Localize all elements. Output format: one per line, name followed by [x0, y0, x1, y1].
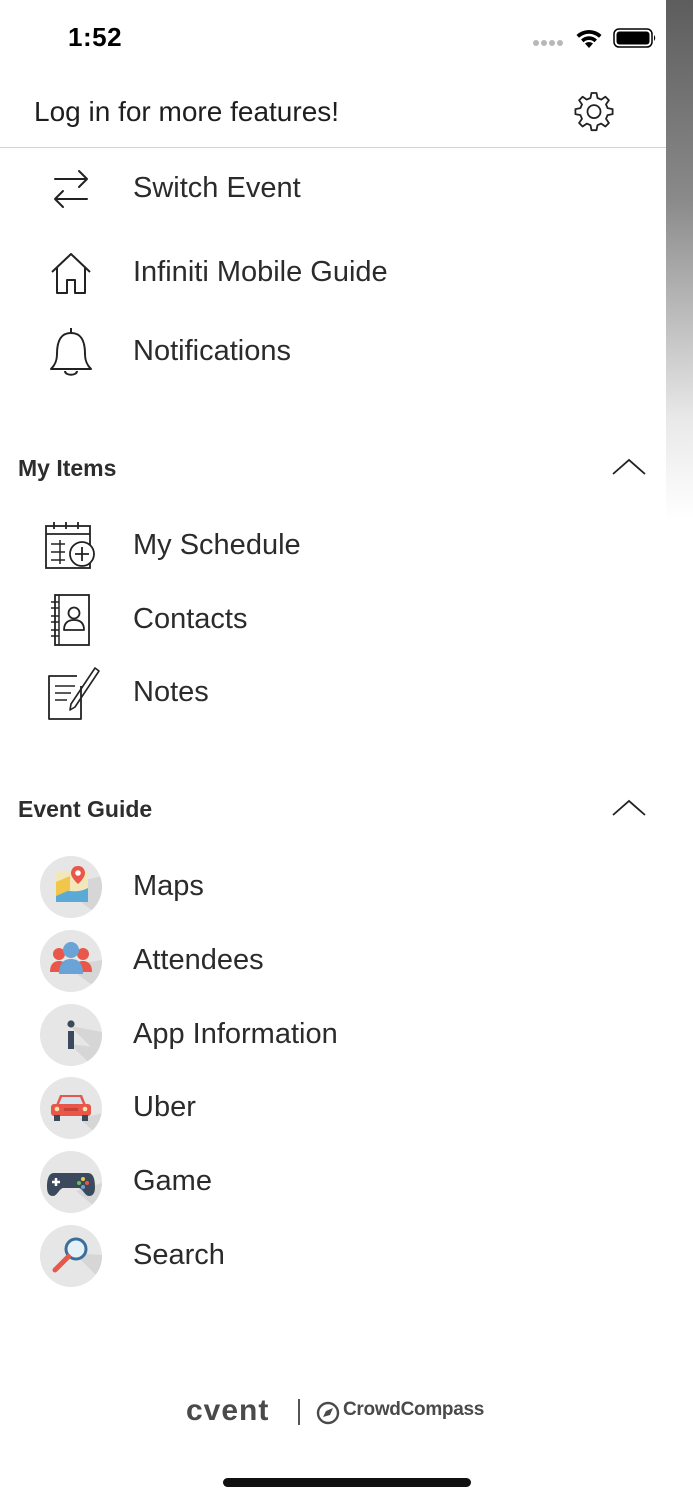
menu-item-label: Attendees [133, 944, 264, 976]
menu-item-switch-event[interactable]: Switch Event [0, 152, 666, 226]
map-pin-icon [40, 856, 102, 918]
section-title: Event Guide [18, 796, 153, 822]
menu-item-my-schedule[interactable]: My Schedule [0, 509, 666, 583]
side-menu-drawer: 1:52 Log in for more features! Switch Ev… [0, 0, 666, 1500]
menu-item-label: Search [133, 1239, 225, 1271]
cvent-logo: cvent [186, 1394, 270, 1427]
menu-item-label: Notes [133, 676, 209, 708]
menu-item-attendees[interactable]: Attendees [0, 924, 666, 998]
wifi-icon [576, 29, 602, 48]
info-icon [40, 1004, 102, 1066]
address-book-icon [51, 594, 90, 646]
bell-icon [50, 328, 92, 376]
section-header-event-guide[interactable]: Event Guide [0, 784, 666, 834]
menu-item-label: Switch Event [133, 172, 301, 204]
cellular-signal-icon [533, 40, 567, 46]
chevron-up-icon[interactable] [611, 457, 647, 477]
menu-item-label: Game [133, 1165, 212, 1197]
status-bar: 1:52 [0, 0, 666, 76]
menu-item-label: Maps [133, 870, 204, 902]
home-icon [51, 253, 91, 294]
section-title: My Items [18, 455, 117, 481]
gear-icon[interactable] [572, 89, 616, 133]
crowdcompass-logo-icon [316, 1401, 340, 1425]
menu-item-label: Contacts [133, 603, 248, 635]
note-pencil-icon [48, 667, 100, 720]
menu-item-app-information[interactable]: App Information [0, 998, 666, 1072]
menu-item-label: Notifications [133, 335, 291, 367]
magnifier-icon [40, 1225, 102, 1287]
menu-item-uber[interactable]: Uber [0, 1071, 666, 1145]
calendar-add-icon [45, 522, 95, 569]
home-indicator[interactable] [223, 1478, 471, 1487]
battery-icon [613, 28, 656, 48]
chevron-up-icon[interactable] [611, 798, 647, 818]
menu-item-notifications[interactable]: Notifications [0, 315, 666, 389]
menu-item-search[interactable]: Search [0, 1219, 666, 1293]
menu-item-label: App Information [133, 1018, 338, 1050]
gamepad-icon [40, 1151, 102, 1213]
menu-item-infiniti-mobile-guide[interactable]: Infiniti Mobile Guide [0, 236, 666, 310]
login-header[interactable]: Log in for more features! [0, 76, 666, 148]
status-time: 1:52 [68, 22, 123, 52]
logo-divider [298, 1399, 300, 1425]
footer-branding: cvent CrowdCompass [0, 1394, 666, 1438]
background-app-edge[interactable] [666, 0, 693, 1500]
switch-arrows-icon [54, 170, 88, 208]
section-header-my-items[interactable]: My Items [0, 443, 666, 493]
menu-item-label: Uber [133, 1091, 196, 1123]
menu-item-notes[interactable]: Notes [0, 656, 666, 730]
car-icon [40, 1077, 102, 1139]
people-icon [40, 930, 102, 992]
login-prompt[interactable]: Log in for more features! [34, 96, 339, 128]
menu-item-game[interactable]: Game [0, 1145, 666, 1219]
menu-item-label: My Schedule [133, 529, 301, 561]
menu-item-label: Infiniti Mobile Guide [133, 256, 388, 288]
menu-item-maps[interactable]: Maps [0, 850, 666, 924]
menu-item-contacts[interactable]: Contacts [0, 583, 666, 657]
crowdcompass-logo: CrowdCompass [343, 1399, 485, 1420]
